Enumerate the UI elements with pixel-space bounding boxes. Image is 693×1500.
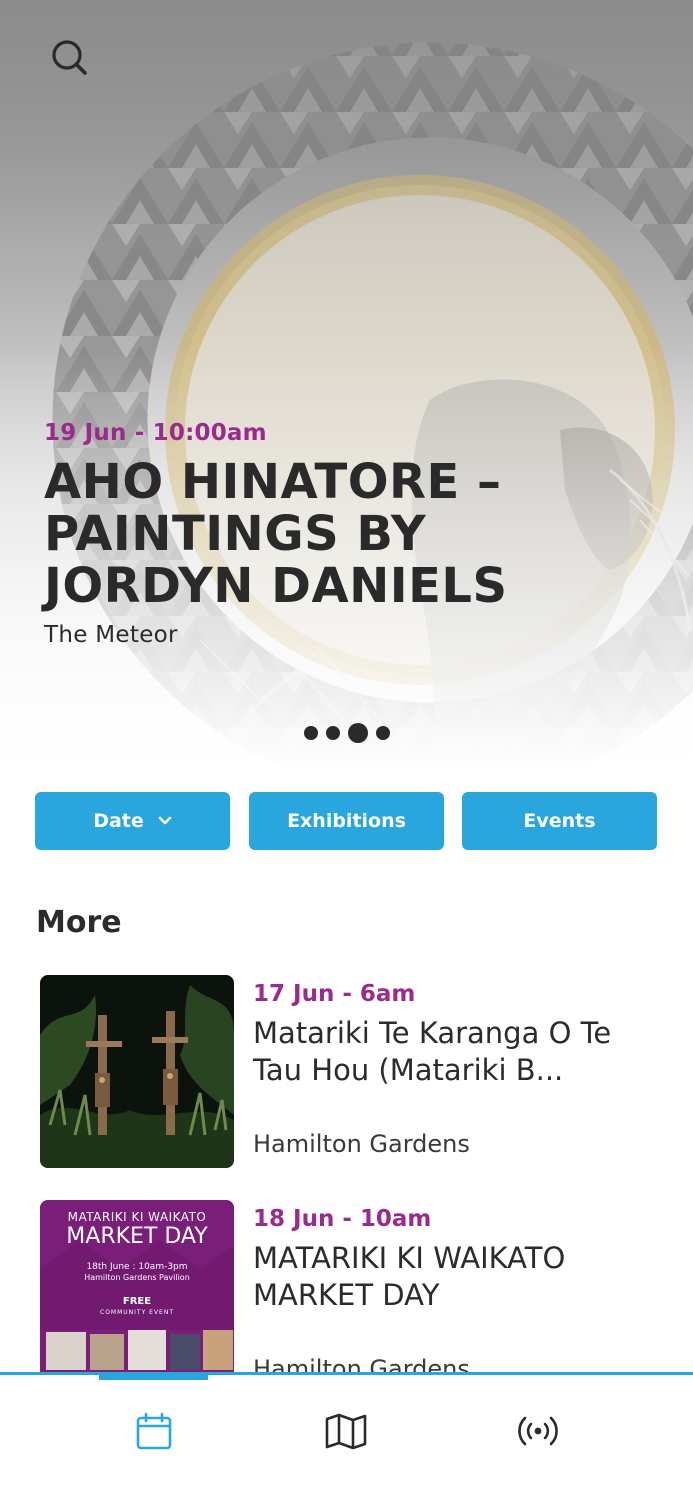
hero-event-venue: The Meteor [44, 622, 178, 648]
carousel-pagination [304, 722, 390, 744]
item-title: MATARIKI KI WAIKATO MARKET DAY [253, 1241, 566, 1312]
search-icon [52, 40, 87, 75]
hero-event-date: 19 Jun - 10:00am [44, 420, 267, 446]
poster-line-5: FREE [122, 1296, 152, 1307]
more-section-heading: More [36, 905, 122, 940]
poster-line-1: MATARIKI KI WAIKATO [67, 1210, 207, 1224]
carousel-dot[interactable] [326, 726, 340, 740]
calendar-icon [136, 1412, 172, 1450]
item-date: 18 Jun - 10am [253, 1206, 432, 1232]
carousel-dot[interactable] [304, 726, 318, 740]
hero-gradient-overlay [0, 0, 693, 770]
date-filter-dropdown[interactable]: Date [35, 792, 230, 850]
events-filter-button[interactable]: Events [462, 792, 657, 850]
active-tab-indicator [99, 1372, 208, 1380]
exhibitions-filter-label: Exhibitions [287, 810, 406, 832]
chevron-down-icon [158, 816, 172, 825]
poster-line-4: Hamilton Gardens Pavilion [84, 1273, 190, 1282]
item-title: Matariki Te Karanga O Te Tau Hou (Matari… [253, 1016, 612, 1087]
poster-line-6: COMMUNITY EVENT [100, 1309, 174, 1316]
event-thumbnail [40, 975, 234, 1168]
poster-line-2: MARKET DAY [66, 1224, 208, 1249]
poster-line-3: 18th June : 10am-3pm [86, 1262, 188, 1272]
list-item[interactable]: MATARIKI KI WAIKATO MARKET DAY 18th June… [40, 1200, 660, 1395]
item-venue: Hamilton Gardens [253, 1130, 470, 1158]
search-button[interactable] [44, 32, 96, 84]
date-filter-label: Date [93, 810, 144, 832]
hero-event-title[interactable]: AHO HINATORE – PAINTINGS BY JORDYN DANIE… [44, 456, 644, 612]
tab-map[interactable] [316, 1405, 376, 1457]
carousel-dot-active[interactable] [348, 723, 368, 743]
broadcast-icon [518, 1416, 558, 1446]
exhibitions-filter-button[interactable]: Exhibitions [249, 792, 444, 850]
map-icon [325, 1413, 367, 1450]
tab-calendar[interactable] [124, 1405, 184, 1457]
bottom-tab-bar [0, 1372, 693, 1500]
hero-banner[interactable]: 19 Jun - 10:00am AHO HINATORE – PAINTING… [0, 0, 693, 770]
tab-live[interactable] [508, 1405, 568, 1457]
list-item[interactable]: 17 Jun - 6am Matariki Te Karanga O Te Ta… [40, 975, 660, 1170]
item-date: 17 Jun - 6am [253, 981, 416, 1007]
events-filter-label: Events [523, 810, 596, 832]
event-poster-thumbnail: MATARIKI KI WAIKATO MARKET DAY 18th June… [40, 1200, 234, 1393]
carousel-dot[interactable] [376, 726, 390, 740]
